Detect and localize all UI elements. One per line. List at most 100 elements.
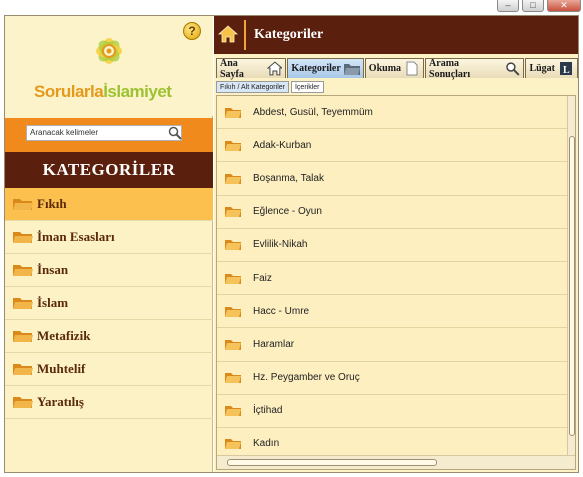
app-window: ? Sorularlaİslamiyet Aranacak kelimeler: [4, 15, 579, 473]
horizontal-scroll-thumb[interactable]: [227, 459, 437, 466]
subtab-fikih-alt-kategoriler[interactable]: Fıkıh / Alt Kategoriler: [216, 81, 289, 93]
list-item-label: İçtihad: [253, 405, 283, 417]
sidebar-item-islam[interactable]: İslam: [5, 287, 213, 320]
tab-lugat[interactable]: Lügat L: [525, 58, 578, 78]
logo-area: ? Sorularlaİslamiyet: [5, 16, 213, 116]
home-icon[interactable]: [218, 24, 238, 44]
folder-icon: [225, 173, 241, 184]
search-icon[interactable]: [168, 126, 182, 140]
sidebar-item-yaratilis[interactable]: Yaratılış: [5, 386, 213, 419]
list-item-label: Boşanma, Talak: [253, 172, 324, 184]
list-item-label: Adak-Kurban: [253, 139, 312, 151]
sidebar-item-fikih[interactable]: Fıkıh: [5, 188, 213, 221]
folder-icon: [225, 306, 241, 317]
folder-icon: [225, 439, 241, 450]
sidebar-item-label: Metafizik: [37, 328, 91, 343]
folder-icon: [13, 364, 33, 375]
folder-icon: [13, 199, 33, 210]
search-input[interactable]: Aranacak kelimeler: [26, 125, 182, 141]
folder-icon: [225, 373, 241, 384]
tab-label: Arama Sonuçları: [429, 57, 471, 80]
list-item-label: Hacc - Umre: [253, 305, 310, 317]
list-item[interactable]: Boşanma, Talak: [217, 162, 575, 196]
subcategory-list: Abdest, Gusül, Teyemmüm Adak-Kurban Boşa…: [216, 95, 576, 470]
sidebar-item-label: İman Esasları: [37, 229, 115, 244]
list-item-label: Abdest, Gusül, Teyemmüm: [253, 106, 373, 118]
minimize-button[interactable]: –: [497, 0, 519, 12]
search-icon: [505, 62, 520, 76]
tab-label: Ana Sayfa: [220, 57, 244, 80]
list-item[interactable]: Eğlence - Oyun: [217, 196, 575, 229]
categories-header: KATEGORİLER: [5, 152, 213, 188]
sidebar-item-label: Yaratılış: [37, 394, 84, 409]
sidebar-item-label: İslam: [37, 295, 69, 310]
logo-text: Sorularlaİslamiyet: [34, 82, 172, 102]
list-item-label: Faiz: [253, 272, 272, 284]
folder-icon: [225, 140, 241, 151]
list-item[interactable]: Adak-Kurban: [217, 129, 575, 163]
list-item[interactable]: İçtihad: [217, 395, 575, 428]
list-item-label: Evlilik-Nikah: [253, 239, 308, 251]
document-icon: [406, 61, 418, 76]
sidebar-item-iman-esaslari[interactable]: İman Esasları: [5, 221, 213, 254]
home-icon: [266, 61, 283, 76]
list-item[interactable]: Evlilik-Nikah: [217, 229, 575, 262]
tab-label: Lügat: [529, 63, 555, 74]
folder-icon: [225, 406, 241, 417]
folder-icon: [13, 265, 33, 276]
dictionary-icon: L: [560, 62, 572, 76]
sidebar-item-label: Fıkıh: [37, 196, 67, 211]
logo-text-part1: Sorularla: [34, 82, 104, 101]
tab-bar: Ana Sayfa Kategoriler Okuma Arama Sonuçl…: [214, 57, 578, 80]
search-band: Aranacak kelimeler: [5, 118, 213, 152]
main-panel: Kategoriler Ana Sayfa Kategoriler Okuma …: [214, 16, 578, 472]
list-item[interactable]: Hacc - Umre: [217, 295, 575, 329]
horizontal-scrollbar[interactable]: [217, 455, 575, 469]
close-button[interactable]: ✕: [547, 0, 581, 12]
subtab-icerikler[interactable]: İçerikler: [290, 81, 324, 93]
sidebar: ? Sorularlaİslamiyet Aranacak kelimeler: [5, 16, 213, 472]
tab-kategoriler[interactable]: Kategoriler: [287, 58, 364, 78]
list-item[interactable]: Abdest, Gusül, Teyemmüm: [217, 96, 575, 130]
folder-icon: [13, 298, 33, 309]
maximize-button[interactable]: □: [522, 0, 544, 12]
folder-icon: [225, 207, 241, 218]
list-item-label: Kadın: [253, 438, 280, 450]
sidebar-item-metafizik[interactable]: Metafizik: [5, 320, 213, 353]
list-item-label: Hz. Peygamber ve Oruç: [253, 372, 360, 384]
svg-text:L: L: [563, 65, 570, 76]
folder-icon: [13, 331, 33, 342]
sidebar-item-label: İnsan: [37, 262, 69, 277]
help-icon[interactable]: ?: [183, 22, 201, 40]
flower-logo-icon: [96, 38, 122, 64]
list-item[interactable]: Hz. Peygamber ve Oruç: [217, 362, 575, 395]
subtab-bar: Fıkıh / Alt Kategoriler İçerikler: [216, 81, 324, 93]
window-controls: – □ ✕: [497, 0, 581, 15]
sidebar-item-muhtelif[interactable]: Muhtelif: [5, 353, 213, 386]
list-item-label: Eğlence - Oyun: [253, 206, 322, 218]
tab-okuma[interactable]: Okuma: [364, 58, 425, 78]
folder-icon: [225, 273, 241, 284]
logo-text-part2: İslamiyet: [103, 82, 172, 101]
title-separator: [244, 20, 246, 50]
sidebar-item-label: Muhtelif: [37, 361, 86, 376]
tab-label: Kategoriler: [291, 63, 341, 74]
page-title: Kategoriler: [254, 27, 324, 42]
vertical-scroll-thumb[interactable]: [569, 136, 575, 436]
vertical-scrollbar[interactable]: [567, 96, 575, 456]
tab-ana-sayfa[interactable]: Ana Sayfa: [216, 57, 287, 80]
category-list: Fıkıh İman Esasları İnsan İslam Metafizi…: [5, 188, 213, 419]
tab-arama-sonuclari[interactable]: Arama Sonuçları: [425, 57, 525, 80]
folder-icon: [13, 397, 33, 408]
folder-icon: [225, 240, 241, 251]
list-item[interactable]: Haramlar: [217, 328, 575, 362]
title-bar: Kategoriler: [214, 16, 578, 54]
folder-icon: [225, 107, 241, 118]
folder-icon: [225, 339, 241, 350]
tab-label: Okuma: [368, 63, 402, 74]
list-item[interactable]: Faiz: [217, 262, 575, 296]
folder-icon: [343, 64, 360, 75]
sidebar-item-insan[interactable]: İnsan: [5, 254, 213, 287]
folder-icon: [13, 232, 33, 243]
list-item-label: Haramlar: [253, 338, 295, 350]
